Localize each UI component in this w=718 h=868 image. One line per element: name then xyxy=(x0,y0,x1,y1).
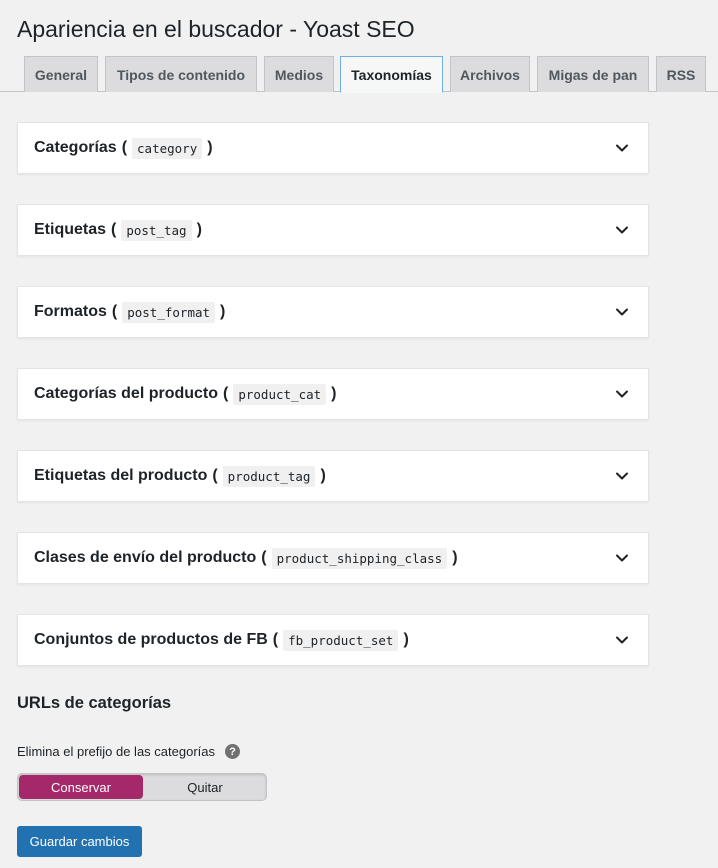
paren-close: ) xyxy=(452,549,458,566)
panel-slug: post_format xyxy=(122,301,216,323)
toggle-option-conservar[interactable]: Conservar xyxy=(19,775,143,799)
paren-open: ( xyxy=(121,139,128,156)
panel-slug: product_shipping_class xyxy=(271,547,448,569)
panel-post-tag[interactable]: Etiquetas ( post_tag ) xyxy=(17,204,649,256)
page-title: Apariencia en el buscador - Yoast SEO xyxy=(17,16,415,42)
paren-close: ) xyxy=(403,631,409,648)
tab-rss[interactable]: RSS xyxy=(656,56,706,92)
chevron-down-icon[interactable] xyxy=(614,222,630,238)
chevron-down-icon[interactable] xyxy=(614,304,630,320)
strip-prefix-toggle: Conservar Quitar xyxy=(17,773,267,801)
paren-close: ) xyxy=(220,303,226,320)
tab-general[interactable]: General xyxy=(24,56,98,92)
panel-slug: product_cat xyxy=(233,383,327,405)
paren-open: ( xyxy=(272,631,279,648)
panel-title: Conjuntos de productos de FB ( fb_produc… xyxy=(34,629,414,651)
chevron-down-icon[interactable] xyxy=(614,386,630,402)
tab-tipos-de-contenido[interactable]: Tipos de contenido xyxy=(105,56,257,92)
paren-close: ) xyxy=(320,467,326,484)
panel-fb-product-set[interactable]: Conjuntos de productos de FB ( fb_produc… xyxy=(17,614,649,666)
panel-title: Etiquetas del producto ( product_tag ) xyxy=(34,465,331,487)
panel-title: Categorías del producto ( product_cat ) xyxy=(34,383,341,405)
panel-product-cat[interactable]: Categorías del producto ( product_cat ) xyxy=(17,368,649,420)
panel-post-format[interactable]: Formatos ( post_format ) xyxy=(17,286,649,338)
paren-close: ) xyxy=(196,221,202,238)
tab-bar: General Tipos de contenido Medios Taxono… xyxy=(0,56,718,93)
panel-label: Etiquetas del producto xyxy=(34,467,208,484)
settings-page: Apariencia en el buscador - Yoast SEO Ge… xyxy=(0,0,718,868)
tab-medios[interactable]: Medios xyxy=(264,56,334,92)
paren-open: ( xyxy=(212,467,218,484)
paren-open: ( xyxy=(111,221,117,238)
paren-close: ) xyxy=(331,385,337,402)
panel-category[interactable]: Categorías ( category ) xyxy=(17,122,649,174)
save-changes-button[interactable]: Guardar cambios xyxy=(17,826,142,857)
panel-title: Formatos ( post_format ) xyxy=(34,301,230,323)
chevron-down-icon[interactable] xyxy=(614,140,630,156)
panel-label: Etiquetas xyxy=(34,221,107,238)
panel-label: Categorías xyxy=(34,139,117,156)
panel-slug: product_tag xyxy=(222,465,316,487)
panel-product-tag[interactable]: Etiquetas del producto ( product_tag ) xyxy=(17,450,649,502)
panel-slug: fb_product_set xyxy=(283,629,399,651)
tab-taxonomias[interactable]: Taxonomías xyxy=(340,56,443,93)
panel-label: Conjuntos de productos de FB xyxy=(34,631,268,648)
panel-slug: post_tag xyxy=(121,219,192,241)
tab-migas-de-pan[interactable]: Migas de pan xyxy=(537,56,649,92)
tab-archivos[interactable]: Archivos xyxy=(450,56,530,92)
panel-label: Categorías del producto xyxy=(34,385,219,402)
strip-prefix-field-label: Elimina el prefijo de las categorías ? xyxy=(17,744,240,759)
panel-title: Clases de envío del producto ( product_s… xyxy=(34,547,463,569)
strip-prefix-label-text: Elimina el prefijo de las categorías xyxy=(17,744,215,759)
panel-label: Formatos xyxy=(34,303,107,320)
paren-open: ( xyxy=(223,385,229,402)
paren-open: ( xyxy=(261,549,267,566)
panel-product-shipping-class[interactable]: Clases de envío del producto ( product_s… xyxy=(17,532,649,584)
panel-slug: category xyxy=(132,137,203,159)
panel-title: Etiquetas ( post_tag ) xyxy=(34,219,207,241)
chevron-down-icon[interactable] xyxy=(614,468,630,484)
panel-title: Categorías ( category ) xyxy=(34,137,218,159)
chevron-down-icon[interactable] xyxy=(614,632,630,648)
section-title-category-urls: URLs de categorías xyxy=(17,694,172,712)
panel-label: Clases de envío del producto xyxy=(34,549,257,566)
paren-close: ) xyxy=(207,139,213,156)
help-icon[interactable]: ? xyxy=(225,744,240,759)
chevron-down-icon[interactable] xyxy=(614,550,630,566)
toggle-option-quitar[interactable]: Quitar xyxy=(144,774,266,800)
paren-open: ( xyxy=(111,303,118,320)
